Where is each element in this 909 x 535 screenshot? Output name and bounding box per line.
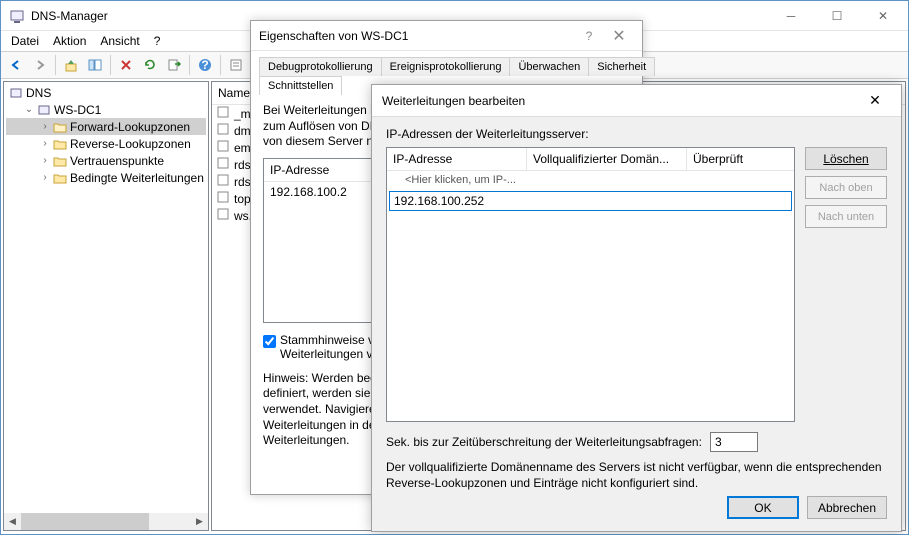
refresh-button[interactable] <box>139 54 161 76</box>
tree-pane: DNS ⌄ WS-DC1 › Forward-Lookupzonen › Rev… <box>3 81 209 531</box>
tree-forward-zones[interactable]: › Forward-Lookupzonen <box>6 118 206 135</box>
zone-icon <box>216 207 232 224</box>
col-ip[interactable]: IP-Adresse <box>387 148 527 170</box>
filter-1-button[interactable] <box>225 54 247 76</box>
tree-server-label: WS-DC1 <box>54 103 101 117</box>
add-ip-hint[interactable]: <Hier klicken, um IP-... <box>387 171 794 189</box>
help-button[interactable]: ? <box>574 29 604 43</box>
collapse-icon[interactable]: ⌄ <box>22 104 36 115</box>
minimize-button[interactable]: ─ <box>768 2 814 30</box>
close-button[interactable]: ✕ <box>860 2 906 30</box>
tab-debug-logging[interactable]: Debugprotokollierung <box>259 57 382 76</box>
zone-icon <box>216 105 232 122</box>
folder-icon <box>52 171 68 185</box>
forwarders-note: Der vollqualifizierte Domänenname des Se… <box>386 460 887 491</box>
folder-icon <box>52 137 68 151</box>
delete-button[interactable]: Löschen <box>805 147 887 170</box>
zone-icon <box>216 190 232 207</box>
tree-trust-points[interactable]: › Vertrauenspunkte <box>6 152 206 169</box>
ip-input[interactable] <box>389 191 792 211</box>
menu-help[interactable]: ? <box>148 32 167 50</box>
root-hints-checkbox[interactable] <box>263 335 276 348</box>
checkbox-label: Stammhinweise ve Weiterleitungen ve <box>280 333 381 361</box>
show-hide-tree-button[interactable] <box>84 54 106 76</box>
scroll-right-button[interactable]: ▶ <box>191 513 208 530</box>
server-icon <box>36 103 52 117</box>
maximize-button[interactable]: ☐ <box>814 2 860 30</box>
folder-icon <box>52 154 68 168</box>
col-verified[interactable]: Überprüft <box>687 148 794 170</box>
properties-titlebar[interactable]: Eigenschaften von WS-DC1 ? ✕ <box>251 21 642 51</box>
tree-node-label: Bedingte Weiterleitungen <box>70 171 204 185</box>
scroll-left-button[interactable]: ◀ <box>4 513 21 530</box>
tree-node-label: Vertrauenspunkte <box>70 154 164 168</box>
close-button[interactable]: ✕ <box>604 26 634 46</box>
tree-server[interactable]: ⌄ WS-DC1 <box>6 101 206 118</box>
help-button[interactable]: ? <box>194 54 216 76</box>
dns-root-icon <box>8 86 24 100</box>
forwarders-table: IP-Adresse Vollqualifizierter Domän... Ü… <box>386 147 795 422</box>
cancel-button[interactable]: Abbrechen <box>807 496 887 519</box>
expand-icon[interactable]: › <box>38 155 52 166</box>
delete-button[interactable] <box>115 54 137 76</box>
back-button[interactable] <box>5 54 27 76</box>
up-button[interactable] <box>60 54 82 76</box>
properties-title: Eigenschaften von WS-DC1 <box>259 29 574 43</box>
tab-event-logging[interactable]: Ereignisprotokollierung <box>381 57 511 76</box>
export-button[interactable] <box>163 54 185 76</box>
zone-icon <box>216 139 232 156</box>
menu-view[interactable]: Ansicht <box>94 32 145 50</box>
col-fqdn[interactable]: Vollqualifizierter Domän... <box>527 148 687 170</box>
move-up-button[interactable]: Nach oben <box>805 176 887 199</box>
tree-root-label: DNS <box>26 86 51 100</box>
zone-icon <box>216 122 232 139</box>
menu-action[interactable]: Aktion <box>47 32 92 50</box>
forwarders-titlebar[interactable]: Weiterleitungen bearbeiten ✕ <box>372 85 901 117</box>
tab-security[interactable]: Sicherheit <box>588 57 655 76</box>
menu-file[interactable]: Datei <box>5 32 45 50</box>
tree-root[interactable]: DNS <box>6 84 206 101</box>
expand-icon[interactable]: › <box>38 138 52 149</box>
tab-monitoring[interactable]: Überwachen <box>509 57 589 76</box>
horizontal-scrollbar[interactable]: ◀ ▶ <box>4 513 208 530</box>
tree-node-label: Forward-Lookupzonen <box>70 120 190 134</box>
edit-forwarders-dialog: Weiterleitungen bearbeiten ✕ IP-Adressen… <box>371 84 902 532</box>
forwarders-label: IP-Adressen der Weiterleitungsserver: <box>386 127 887 141</box>
tree-conditional-fwd[interactable]: › Bedingte Weiterleitungen <box>6 169 206 186</box>
tree-node-label: Reverse-Lookupzonen <box>70 137 191 151</box>
zone-icon <box>216 173 232 190</box>
folder-open-icon <box>52 120 68 134</box>
timeout-label: Sek. bis zur Zeitüberschreitung der Weit… <box>386 435 702 449</box>
tree-reverse-zones[interactable]: › Reverse-Lookupzonen <box>6 135 206 152</box>
dns-app-icon <box>9 8 25 24</box>
zone-icon <box>216 156 232 173</box>
forward-button[interactable] <box>29 54 51 76</box>
close-button[interactable]: ✕ <box>855 92 895 109</box>
ok-button[interactable]: OK <box>727 496 799 519</box>
tab-interfaces[interactable]: Schnittstellen <box>259 76 342 95</box>
timeout-input[interactable] <box>710 432 758 452</box>
svg-text:?: ? <box>201 58 208 72</box>
expand-icon[interactable]: › <box>38 172 52 183</box>
forwarders-title: Weiterleitungen bearbeiten <box>382 94 855 108</box>
move-down-button[interactable]: Nach unten <box>805 205 887 228</box>
expand-icon[interactable]: › <box>38 121 52 132</box>
